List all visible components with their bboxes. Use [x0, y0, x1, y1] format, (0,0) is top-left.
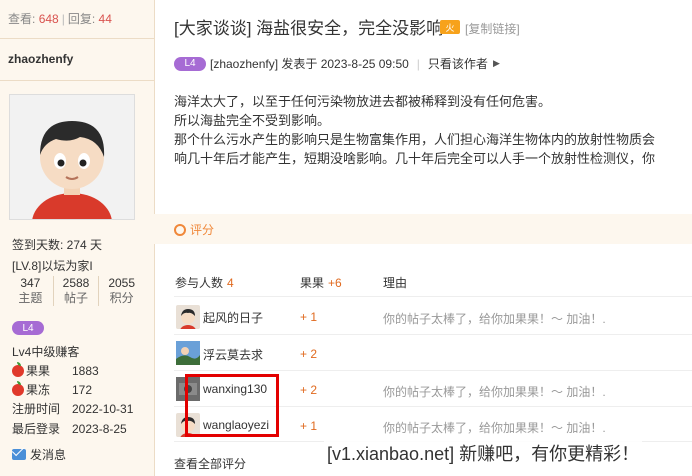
rater-reason: 你的帖子太棒了，给你加果果！～ 加油！. — [383, 421, 606, 435]
rater-avatar[interactable] — [176, 305, 200, 337]
copy-link[interactable]: [复制链接] — [465, 20, 520, 37]
fruit-total: +6 — [328, 276, 342, 290]
rating-section-label: 评分 — [174, 221, 214, 238]
level-title: [LV.8]以坛为家I — [12, 259, 93, 273]
post-line: 所以海盐完全不受到影响。 — [174, 113, 331, 128]
topics-count[interactable]: 347 主题 — [8, 276, 53, 306]
apple-icon — [12, 362, 24, 377]
rater-score: + 2 — [300, 347, 318, 361]
post-line: 那个什么污水产生的影响只是生物富集作用，人们担心海洋生物体内的放射性物质会 — [174, 132, 656, 147]
post-title: [大家谈谈] 海盐很安全，完全没影响 — [174, 19, 444, 38]
fruit-row: 果果 1883 — [12, 362, 99, 379]
rater-reason: 你的帖子太棒了，给你加果果！～ 加油！. — [383, 385, 606, 399]
frozen-row: 果冻 172 — [12, 381, 92, 398]
divider — [0, 80, 154, 81]
views-count: 648 — [38, 12, 59, 26]
only-author-link[interactable]: 只看该作者 — [428, 55, 488, 72]
post-body: 海洋太大了，以至于任何污染物放进去都被稀释到没有任何危害。 所以海盐完全不受到影… — [174, 92, 692, 168]
send-message-link[interactable]: 发消息 — [12, 446, 66, 463]
register-row: 注册时间 2022-10-31 — [12, 402, 134, 416]
rater-name[interactable]: 浮云莫去求 — [203, 346, 263, 363]
points-count[interactable]: 2055 积分 — [98, 276, 144, 306]
replies-count: 44 — [98, 12, 112, 26]
divider — [174, 296, 692, 297]
post-line: 响几十年后才能产生，短期没啥影响。几十年后完全可以人手一个放射性检测仪，你 — [174, 151, 656, 166]
site-watermark: [v1.xianbao.net] 新赚吧，有你更精彩！ — [324, 440, 643, 466]
thread-stats: 查看: 648 | 回复: 44 — [8, 12, 112, 26]
divider — [0, 38, 154, 39]
rater-score: + 1 — [300, 419, 318, 433]
ring-icon — [174, 223, 186, 236]
author-level-badge: L4 — [174, 56, 206, 71]
rater-reason: 你的帖子太棒了，给你加果果！～ 加油！. — [383, 312, 606, 326]
rating-header-band — [154, 214, 692, 244]
avatar[interactable] — [9, 94, 135, 253]
apple-icon — [12, 381, 24, 396]
author-username[interactable]: zhaozhenfy — [8, 52, 73, 66]
post-line: 海洋太大了，以至于任何污染物放进去都被稀释到没有任何危害。 — [174, 94, 552, 109]
rater-score: + 2 — [300, 383, 318, 397]
posts-count[interactable]: 2588 帖子 — [52, 276, 99, 306]
hot-fire-icon: 火 — [440, 20, 460, 34]
rater-name[interactable]: 起风的日子 — [203, 309, 263, 326]
views-label: 查看: — [8, 12, 36, 26]
people-count: 4 — [227, 276, 234, 290]
post-meta: L4 [zhaozhenfy] 发表于 2023-8-25 09:50 | 只看… — [174, 55, 500, 72]
user-counts: 347 主题 2588 帖子 2055 积分 — [8, 276, 144, 306]
col-people: 参与人数 4 — [175, 276, 234, 290]
last-login-row: 最后登录 2023-8-25 — [12, 422, 127, 436]
rank-title: Lv4中级赚客 — [12, 345, 80, 359]
rater-score: + 1 — [300, 310, 318, 324]
caret-right-icon: ▶ — [492, 58, 500, 68]
author-line: [zhaozhenfy] 发表于 2023-8-25 09:50 — [210, 57, 409, 71]
rater-avatar[interactable] — [176, 341, 200, 365]
replies-label: 回复: — [67, 12, 96, 26]
highlight-box — [185, 374, 279, 437]
view-all-ratings-link[interactable]: 查看全部评分 — [174, 455, 246, 472]
level-badge: L4 — [12, 321, 44, 335]
author-sidebar: 查看: 648 | 回复: 44 zhaozhenfy 签到天数: 274 天 [L… — [0, 0, 155, 476]
divider — [174, 370, 692, 371]
avatar-cartoon-icon — [10, 95, 134, 253]
col-fruit: 果果 +6 — [300, 276, 342, 290]
signin-days: 签到天数: 274 天 — [12, 238, 103, 252]
col-reason: 理由 — [383, 276, 408, 290]
divider — [174, 334, 692, 335]
envelope-icon — [12, 449, 26, 460]
